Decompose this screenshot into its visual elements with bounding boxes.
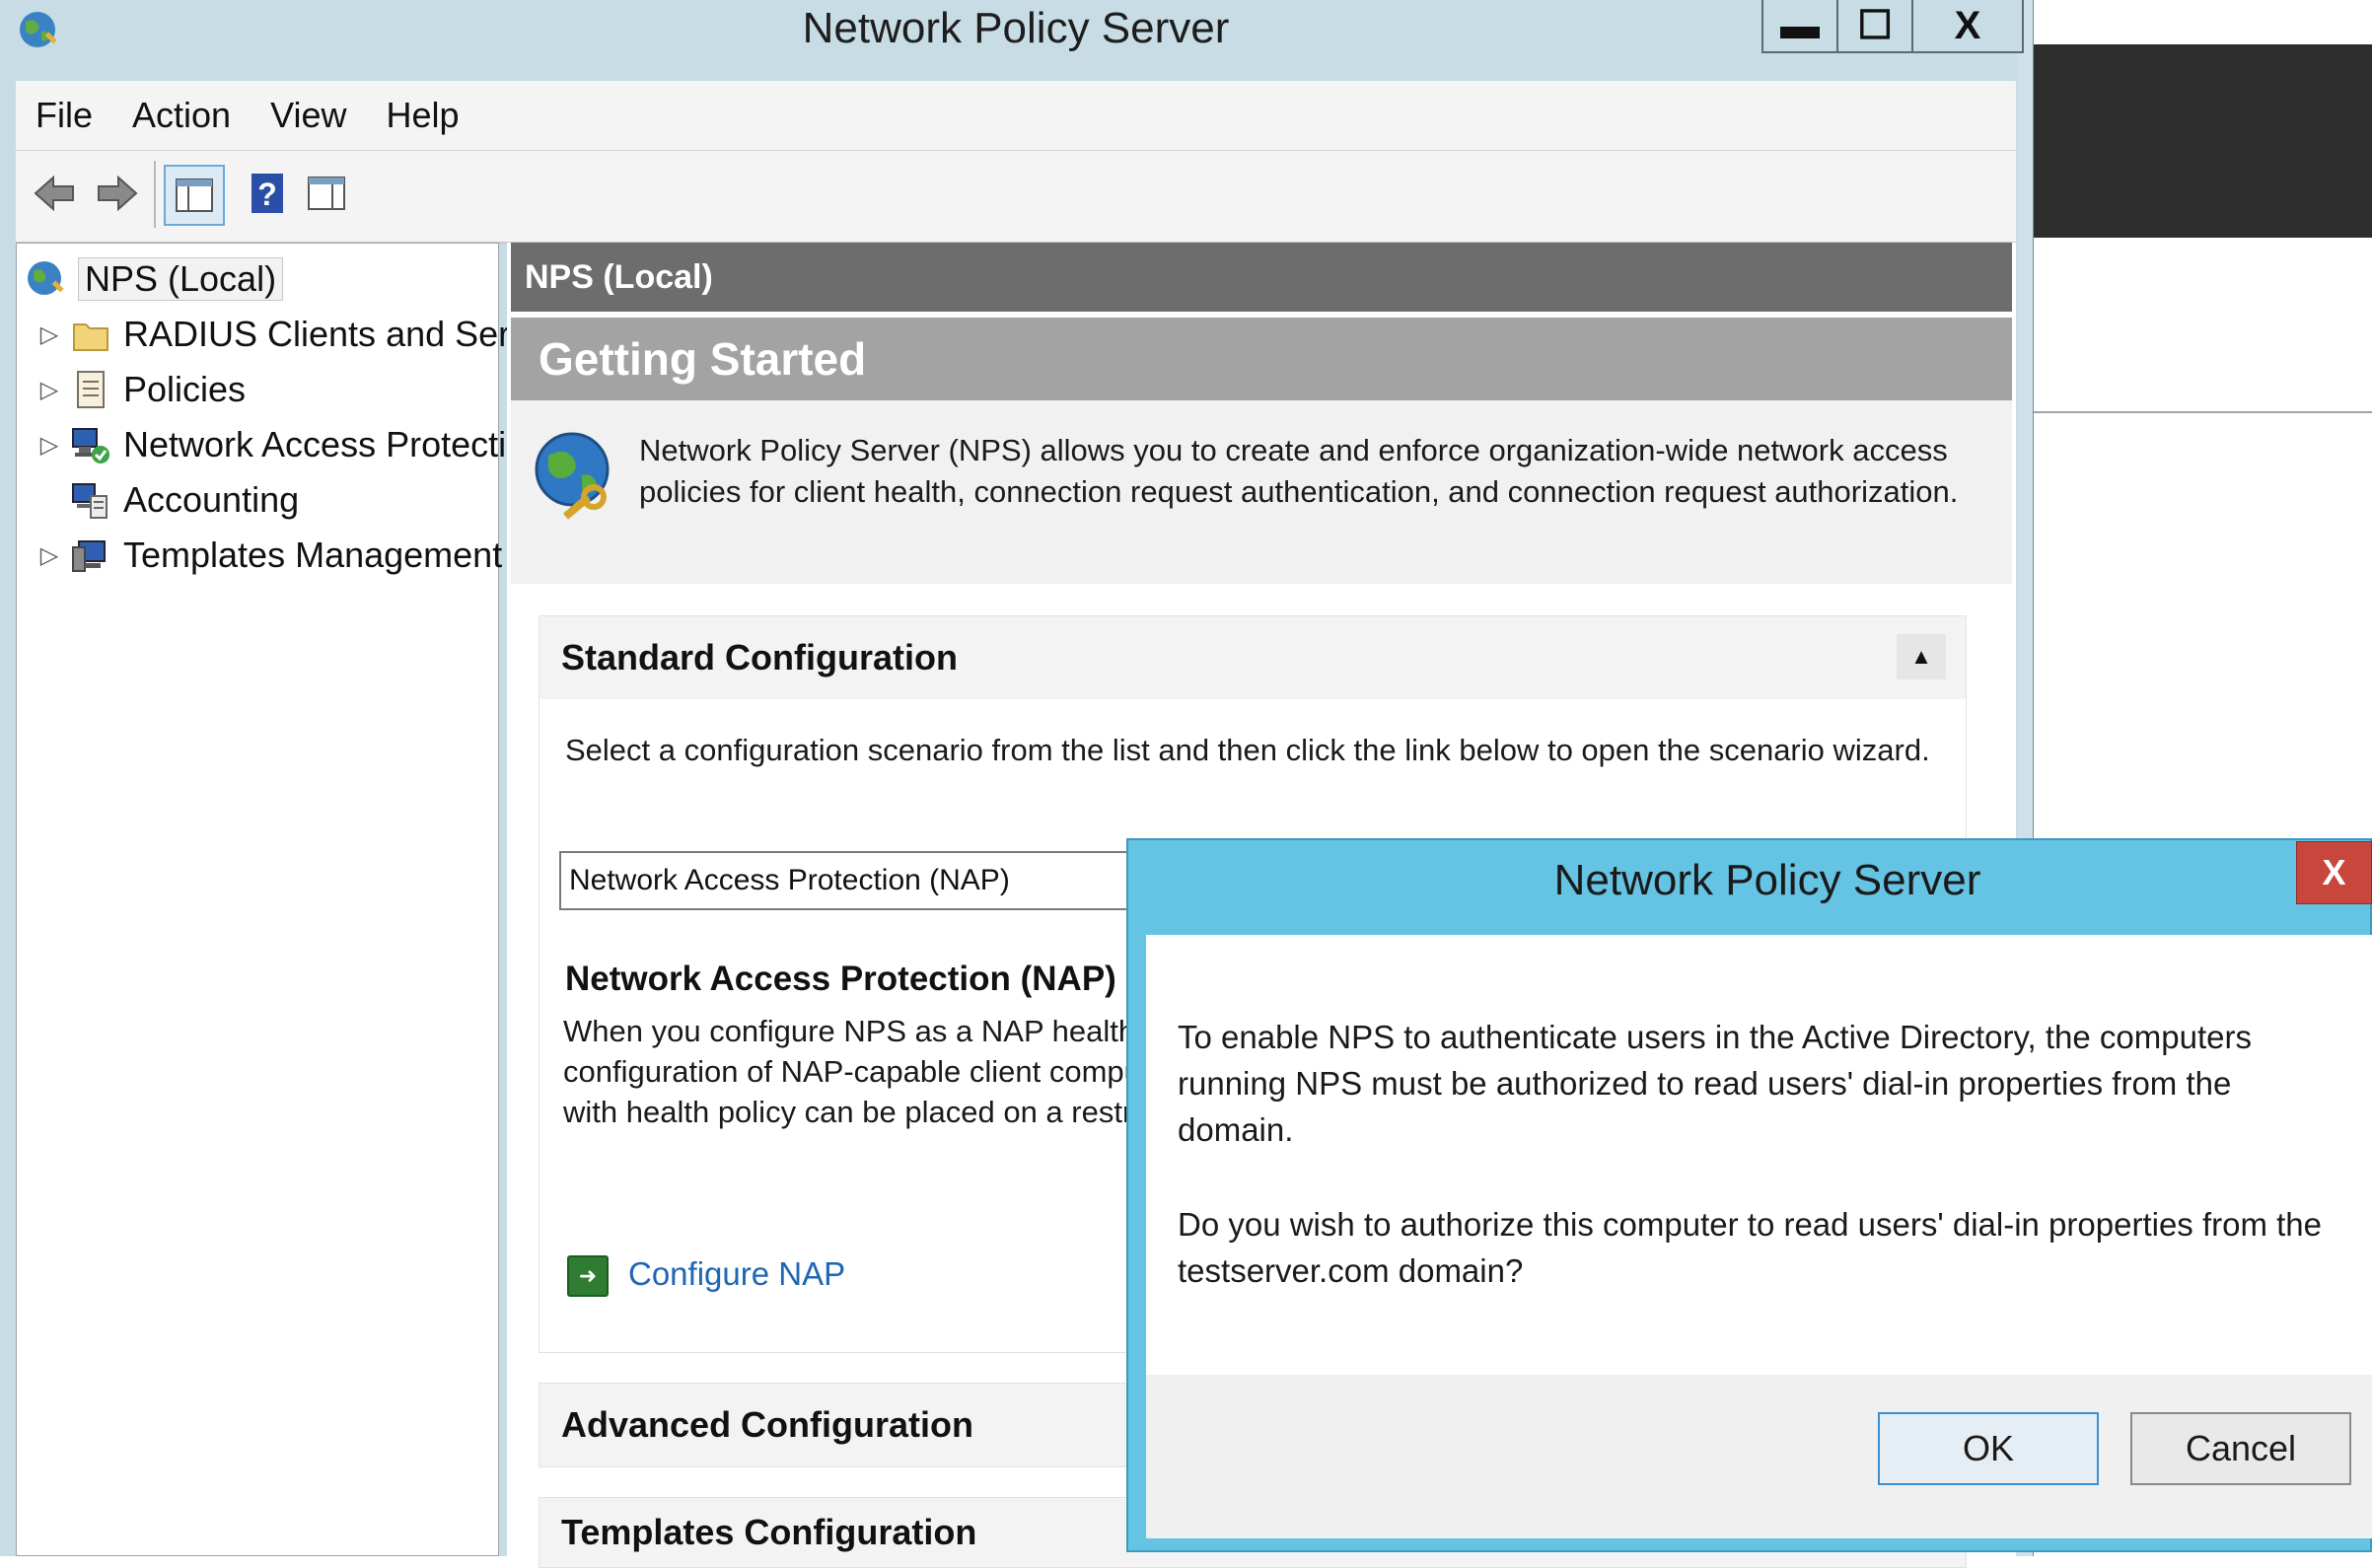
tree-item-label: Accounting [123, 479, 300, 520]
back-arrow-icon[interactable] [26, 165, 83, 222]
show-hide-console-tree-icon[interactable] [164, 165, 225, 226]
configure-nap-link[interactable]: Configure NAP [628, 1255, 845, 1293]
dialog-question: Do you wish to authorize this computer t… [1178, 1201, 2341, 1294]
advanced-configuration-title: Advanced Configuration [561, 1404, 974, 1445]
help-icon[interactable]: ? [239, 165, 296, 222]
ok-button[interactable]: OK [1878, 1412, 2099, 1485]
menu-help[interactable]: Help [366, 95, 478, 136]
window-controls: ▬ ☐ X [1761, 0, 2024, 53]
toolbar-separator [154, 161, 156, 228]
tree-item-root[interactable]: NPS (Local) [25, 251, 284, 307]
console-tree: NPS (Local) ▷ RADIUS Clients and Servers… [16, 243, 577, 1556]
dialog-message-line: domain. [1178, 1111, 1294, 1148]
menu-action[interactable]: Action [112, 95, 251, 136]
show-hide-action-pane-icon[interactable] [298, 165, 355, 222]
menu-file[interactable]: File [16, 95, 112, 136]
tree-item-label: Policies [123, 369, 247, 409]
tree-item-radius-clients[interactable]: ▷ RADIUS Clients and Servers [38, 307, 577, 362]
expand-arrow-icon[interactable]: ▷ [38, 431, 60, 460]
templates-icon [70, 535, 111, 576]
dialog-message-line: running NPS must be authorized to read u… [1178, 1065, 2232, 1102]
menu-bar: File Action View Help [16, 81, 2016, 151]
tree-root-label: NPS (Local) [78, 257, 284, 301]
dialog-message: To enable NPS to authenticate users in t… [1178, 1014, 2341, 1153]
collapse-section-button[interactable]: ▲ [1897, 634, 1946, 679]
dialog-body [1146, 935, 2372, 1375]
tree-item-network-access-protection[interactable]: ▷ Network Access Protection [38, 417, 545, 472]
expand-arrow-icon[interactable]: ▷ [38, 321, 60, 349]
dialog-close-button[interactable]: X [2296, 841, 2372, 904]
forward-arrow-icon[interactable] [89, 165, 146, 222]
scenario-heading: Network Access Protection (NAP) [565, 960, 1116, 998]
tree-item-policies[interactable]: ▷ Policies [38, 362, 246, 417]
window-title: Network Policy Server [802, 4, 1230, 52]
intro-text: Network Policy Server (NPS) allows you t… [639, 433, 1959, 509]
globe-key-icon [533, 426, 623, 535]
svg-text:?: ? [257, 177, 277, 212]
tree-item-accounting[interactable]: Accounting [38, 472, 299, 528]
details-header: NPS (Local) [511, 243, 2012, 312]
getting-started-heading: Getting Started [511, 318, 2012, 400]
standard-configuration-header: Standard Configuration ▲ [539, 616, 1966, 699]
dialog-title: Network Policy Server [1553, 856, 1981, 904]
tree-item-label: Network Access Protection [123, 424, 546, 464]
dialog-question-line: testserver.com domain? [1178, 1252, 1524, 1289]
standard-configuration-title: Standard Configuration [561, 637, 958, 677]
folder-icon [70, 314, 111, 355]
document-icon [70, 369, 111, 410]
close-button[interactable]: X [1913, 0, 2022, 51]
triangle-up-icon: ▲ [1910, 644, 1932, 669]
green-arrow-icon[interactable]: ➜ [567, 1255, 609, 1297]
dialog-message-line: To enable NPS to authenticate users in t… [1178, 1019, 2252, 1055]
expand-arrow-icon[interactable]: ▷ [38, 541, 60, 570]
minimize-button[interactable]: ▬ [1763, 0, 1838, 51]
accounting-icon [70, 479, 111, 521]
menu-view[interactable]: View [251, 95, 366, 136]
toolbar: ? [16, 151, 2016, 244]
tree-item-templates-management[interactable]: ▷ Templates Management [38, 528, 502, 583]
nps-globe-icon [25, 258, 66, 300]
tree-item-label: Templates Management [123, 535, 503, 575]
background-window-divider [2034, 411, 2372, 413]
maximize-button[interactable]: ☐ [1838, 0, 1913, 51]
nap-icon [70, 424, 111, 465]
templates-configuration-title: Templates Configuration [561, 1512, 977, 1552]
background-window-dark-area [2034, 44, 2372, 238]
expand-arrow-icon[interactable]: ▷ [38, 376, 60, 404]
standard-configuration-description: Select a configuration scenario from the… [565, 733, 1930, 767]
cancel-button[interactable]: Cancel [2130, 1412, 2351, 1485]
dialog-question-line: Do you wish to authorize this computer t… [1178, 1206, 2323, 1243]
